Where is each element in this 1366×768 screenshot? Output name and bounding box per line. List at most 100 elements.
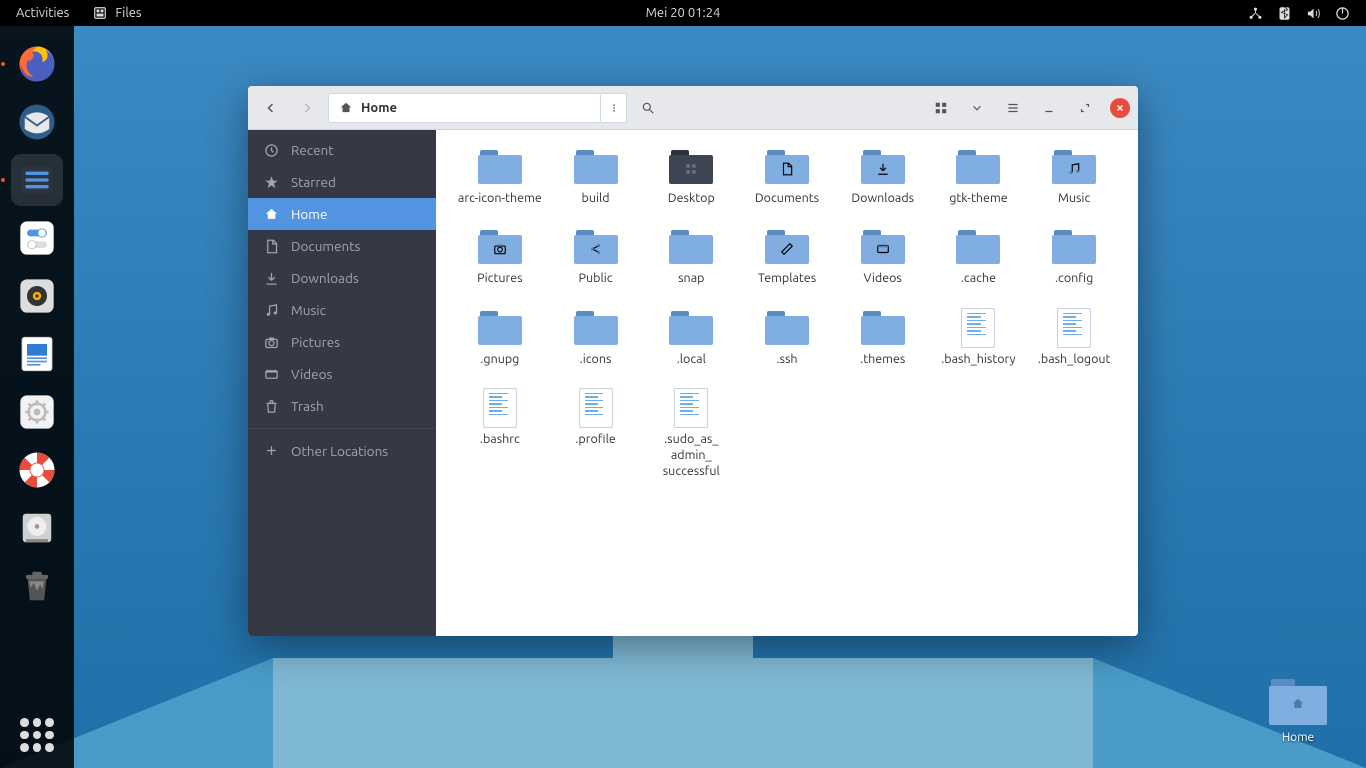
- file-label: .bash_​logout: [1038, 351, 1111, 367]
- file-label: .profile: [575, 431, 615, 447]
- view-grid-button[interactable]: [926, 93, 956, 123]
- sidebar-item-recent[interactable]: Recent: [248, 134, 436, 166]
- activities-button[interactable]: Activities: [16, 6, 69, 20]
- sidebar-item-label: Pictures: [291, 334, 340, 350]
- file-item[interactable]: .bash_​logout: [1028, 305, 1120, 371]
- sidebar-item-documents[interactable]: Documents: [248, 230, 436, 262]
- dock-trash[interactable]: [11, 560, 63, 612]
- nav-forward-button[interactable]: [292, 93, 322, 123]
- folder-item[interactable]: .cache: [933, 224, 1025, 290]
- folder-icon: [861, 230, 905, 264]
- volume-icon[interactable]: [1306, 6, 1321, 21]
- dock-files[interactable]: [11, 154, 63, 206]
- file-label: Music: [1058, 190, 1090, 206]
- folder-item[interactable]: .icons: [550, 305, 642, 371]
- folder-item[interactable]: Desktop: [645, 144, 737, 210]
- file-label: Videos: [864, 270, 902, 286]
- folder-item[interactable]: .ssh: [741, 305, 833, 371]
- show-applications-button[interactable]: [20, 718, 54, 752]
- file-item[interactable]: .sudo_​as_​admin_​successful: [645, 385, 737, 484]
- path-bar[interactable]: Home: [328, 93, 601, 123]
- folder-item[interactable]: arc-icon-theme: [454, 144, 546, 210]
- folder-item[interactable]: Templates: [741, 224, 833, 290]
- bluetooth-icon[interactable]: [1277, 6, 1292, 21]
- folder-item[interactable]: .gnupg: [454, 305, 546, 371]
- folder-item[interactable]: snap: [645, 224, 737, 290]
- folder-icon: [956, 150, 1000, 184]
- dock-libreoffice[interactable]: [11, 328, 63, 380]
- dock-settings[interactable]: [11, 212, 63, 264]
- dock-rhythmbox[interactable]: [11, 270, 63, 322]
- dock-help[interactable]: [11, 444, 63, 496]
- close-button[interactable]: [1110, 98, 1130, 118]
- folder-item[interactable]: .themes: [837, 305, 929, 371]
- sidebar-item-label: Downloads: [291, 270, 359, 286]
- text-file-icon: [1057, 308, 1091, 348]
- dock: [0, 26, 74, 768]
- folder-icon: [574, 150, 618, 184]
- window-titlebar[interactable]: Home: [248, 86, 1138, 130]
- folder-icon: [1052, 230, 1096, 264]
- folder-item[interactable]: Music: [1028, 144, 1120, 210]
- home-icon: [339, 101, 353, 115]
- sidebar-item-label: Recent: [291, 142, 334, 158]
- folder-item[interactable]: Downloads: [837, 144, 929, 210]
- app-menu[interactable]: Files: [93, 6, 141, 20]
- sidebar-item-pictures[interactable]: Pictures: [248, 326, 436, 358]
- app-menu-label: Files: [115, 6, 141, 20]
- power-icon[interactable]: [1335, 6, 1350, 21]
- folder-item[interactable]: Public: [550, 224, 642, 290]
- file-label: .gnupg: [480, 351, 519, 367]
- file-label: .bash_​history: [941, 351, 1015, 367]
- file-item[interactable]: .bashrc: [454, 385, 546, 484]
- folder-item[interactable]: .local: [645, 305, 737, 371]
- dock-system-settings[interactable]: [11, 386, 63, 438]
- plus-icon: [264, 443, 279, 458]
- folder-item[interactable]: Pictures: [454, 224, 546, 290]
- sidebar-item-label: Starred: [291, 174, 336, 190]
- path-menu-button[interactable]: [601, 93, 627, 123]
- text-file-icon: [483, 388, 517, 428]
- dock-firefox[interactable]: [11, 38, 63, 90]
- top-panel: Activities Files Mei 20 01:24: [0, 0, 1366, 26]
- search-button[interactable]: [633, 93, 663, 123]
- folder-item[interactable]: gtk-theme: [933, 144, 1025, 210]
- sidebar-item-videos[interactable]: Videos: [248, 358, 436, 390]
- folder-item[interactable]: Documents: [741, 144, 833, 210]
- hamburger-menu-button[interactable]: [998, 93, 1028, 123]
- sidebar-item-downloads[interactable]: Downloads: [248, 262, 436, 294]
- nav-back-button[interactable]: [256, 93, 286, 123]
- folder-icon: [861, 150, 905, 184]
- dock-disk-utility[interactable]: [11, 502, 63, 554]
- sidebar-item-label: Videos: [291, 366, 332, 382]
- video-icon: [264, 367, 279, 382]
- folder-item[interactable]: Videos: [837, 224, 929, 290]
- file-label: .bashrc: [480, 431, 520, 447]
- home-icon: [264, 207, 279, 222]
- folder-icon: [1052, 150, 1096, 184]
- dock-thunderbird[interactable]: [11, 96, 63, 148]
- clock[interactable]: Mei 20 01:24: [646, 6, 721, 20]
- file-label: Public: [579, 270, 613, 286]
- clock-icon: [264, 143, 279, 158]
- sidebar-item-trash[interactable]: Trash: [248, 390, 436, 422]
- folder-icon: [669, 230, 713, 264]
- sidebar-item-starred[interactable]: Starred: [248, 166, 436, 198]
- sidebar-item-music[interactable]: Music: [248, 294, 436, 326]
- places-sidebar: Recent Starred HomeDocuments Downloads Music…: [248, 130, 436, 636]
- folder-icon: [574, 311, 618, 345]
- path-label: Home: [361, 101, 397, 115]
- view-dropdown-button[interactable]: [962, 93, 992, 123]
- maximize-button[interactable]: [1070, 93, 1100, 123]
- desktop-home-folder[interactable]: Home: [1260, 679, 1336, 744]
- minimize-button[interactable]: [1034, 93, 1064, 123]
- sidebar-item-other[interactable]: Other Locations: [248, 428, 436, 466]
- sidebar-item-home[interactable]: Home: [248, 198, 436, 230]
- network-icon[interactable]: [1248, 6, 1263, 21]
- file-label: .config: [1055, 270, 1093, 286]
- folder-item[interactable]: .config: [1028, 224, 1120, 290]
- file-item[interactable]: .bash_​history: [933, 305, 1025, 371]
- folder-item[interactable]: build: [550, 144, 642, 210]
- sidebar-item-label: Music: [291, 302, 326, 318]
- file-item[interactable]: .profile: [550, 385, 642, 484]
